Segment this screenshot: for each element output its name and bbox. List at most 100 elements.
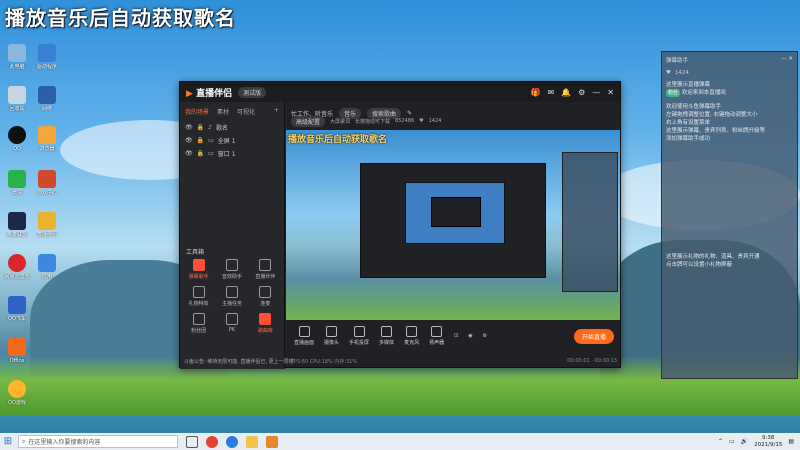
desktop-icon-office[interactable]: Office xyxy=(2,338,32,364)
nested-preview-2 xyxy=(405,182,505,244)
chrome-icon[interactable] xyxy=(206,435,218,448)
tab-visual[interactable]: 可视化 xyxy=(237,107,255,116)
lock-icon[interactable]: 🔒 xyxy=(197,137,204,144)
live-screen-button[interactable]: 直播画面 xyxy=(294,326,314,346)
add-scene-icon[interactable]: + xyxy=(274,107,279,116)
taskbar-search[interactable]: ⌕ 在这里输入你要搜索的内容 xyxy=(18,435,178,448)
desktop-icon-app[interactable]: 应用 xyxy=(32,254,62,280)
volume-icon[interactable]: 🔊 xyxy=(741,438,748,445)
nested-preview-3 xyxy=(431,197,481,227)
tool-icon xyxy=(225,259,238,271)
desktop-icon-driver[interactable]: 驱动程序 xyxy=(32,44,62,70)
desktop-icon-qq-game[interactable]: QQ游戏 xyxy=(2,380,32,406)
gear-icon[interactable]: ⚙ xyxy=(483,333,487,339)
tab-my-scenes[interactable]: 我的场景 xyxy=(185,107,209,116)
tool-icon xyxy=(259,286,272,298)
desktop-icon-netease-music[interactable]: 网易云音乐 xyxy=(2,254,32,280)
settings-icon[interactable]: ⚙ xyxy=(578,88,585,97)
toolbox-title: 工具箱 xyxy=(186,249,205,256)
folder-icon[interactable] xyxy=(246,435,258,448)
chat-spacer xyxy=(666,143,793,253)
scene-item[interactable]: 👁 🔒 ♪ 歌名 xyxy=(180,121,284,134)
status-bar: FPS:60 CPU:18% 内存:31% 00:00:01 · 00:00:1… xyxy=(286,354,622,368)
tool-item[interactable]: 音效助手 xyxy=(215,259,248,280)
camera-button[interactable]: 摄像头 xyxy=(324,326,339,346)
phone-cast-button[interactable]: 手机投屏 xyxy=(349,326,369,346)
left-panel: 我的场景 素材 可视化 + 👁 🔒 ♪ 歌名 👁 🔒 ▭ 全屏 1 👁 🔒 ▭ 窗口 1 工具箱 … xyxy=(180,102,294,369)
desktop-icon-qq[interactable]: QQ xyxy=(2,126,32,152)
tool-item[interactable]: 弹幕歌手 xyxy=(182,259,215,280)
toolbox-grid: 弹幕歌手 音效助手 直播伙伴 礼物特效 主播任务 连麦 粉丝团 PK 歌曲库 xyxy=(182,259,282,334)
microphone-button[interactable]: 麦克风 xyxy=(404,326,419,346)
perf-stats: FPS:60 CPU:18% 内存:31% xyxy=(291,358,358,365)
tool-icon xyxy=(192,313,205,325)
desktop-icon-browser[interactable]: 浏览器 xyxy=(32,126,62,152)
network-icon[interactable]: ▭ xyxy=(729,438,735,445)
eye-icon[interactable]: 👁 xyxy=(185,150,193,157)
heart-icon: ♥ xyxy=(419,118,424,124)
heart-icon: ♥ xyxy=(666,70,671,76)
preview-title: 播放音乐后自动获取歌名 xyxy=(288,135,388,145)
chat-line: 右上角有设置菜单 xyxy=(666,120,711,126)
config-pill[interactable]: 高级配置 xyxy=(291,115,326,127)
tool-item[interactable]: 直播伙伴 xyxy=(249,259,282,280)
tray-up-icon[interactable]: ⌃ xyxy=(718,438,723,445)
tab-materials[interactable]: 素材 xyxy=(217,107,229,116)
mail-icon[interactable]: ✉ xyxy=(547,88,554,97)
eye-icon[interactable]: 👁 xyxy=(185,124,193,131)
eye-toggle-icon[interactable]: ◉ xyxy=(468,333,472,339)
tool-item[interactable]: 粉丝团 xyxy=(182,313,215,334)
scene-item[interactable]: 👁 🔒 ▭ 全屏 1 xyxy=(180,134,284,147)
tool-item[interactable]: 歌曲库 xyxy=(249,313,282,334)
desktop-icon-live-companion[interactable]: 直播伴侣 xyxy=(32,212,62,238)
windows-start-icon[interactable]: ⊞ xyxy=(0,433,16,450)
clock[interactable]: 9:38 2021/9/15 xyxy=(754,435,782,449)
desktop-icon-this-pc[interactable]: 此电脑 xyxy=(2,44,32,70)
search-icon: ⌕ xyxy=(22,437,26,445)
task-view-icon[interactable] xyxy=(186,435,198,448)
lyrics-label[interactable]: 大屏歌词 xyxy=(330,118,350,125)
close-icon[interactable]: ✕ xyxy=(607,88,614,97)
live-companion-window: ▶ 直播伴侣 测试版 🎁 ✉ 🔔 ⚙ — ✕ 我的场景 素材 可视化 + 👁 🔒 ♪… xyxy=(179,81,622,369)
tool-item[interactable]: PK xyxy=(215,313,248,334)
speaker-button[interactable]: 扬声器 xyxy=(429,326,444,346)
start-live-button[interactable]: 开始直播 xyxy=(573,328,614,344)
tool-item[interactable]: 主播任务 xyxy=(215,286,248,307)
desktop-icon-game-center[interactable]: 游戏中心 xyxy=(32,170,62,196)
chat-line: 这里展示弹幕、贵宾列表、粉丝牌升级等 xyxy=(666,128,766,134)
overlay-title: 播放音乐后自动获取歌名 xyxy=(5,6,236,30)
tool-item[interactable]: 连麦 xyxy=(249,286,282,307)
download-hint: 长按拖动可下载 xyxy=(355,118,391,125)
stream-preview[interactable]: 播放音乐后自动获取歌名 xyxy=(286,130,620,320)
eye-icon[interactable]: 👁 xyxy=(185,137,193,144)
danmaku-assistant-panel[interactable]: 弹幕助手 — ✕ ♥ 1424 这里展示直播弹幕 粉丝 欢迎来到本直播间 欢迎使用… xyxy=(661,51,798,379)
tool-icon xyxy=(225,313,238,325)
bell-icon[interactable]: 🔔 xyxy=(561,88,571,97)
lock-icon[interactable]: 🔒 xyxy=(197,124,204,131)
scene-item[interactable]: 👁 🔒 ▭ 窗口 1 xyxy=(180,147,284,160)
notification-icon[interactable]: ▤ xyxy=(788,438,794,445)
desktop-icon-network[interactable]: 网络 xyxy=(32,86,62,112)
chat-controls[interactable]: — ✕ xyxy=(781,56,793,64)
media-button[interactable]: 多媒体 xyxy=(379,326,394,346)
gift-icon[interactable]: 🎁 xyxy=(530,88,540,97)
desktop-icon-lol[interactable]: 英雄联盟 xyxy=(2,212,32,238)
desktop-icon-recycle-bin[interactable]: 回收站 xyxy=(2,86,32,112)
tool-icon xyxy=(192,286,205,298)
record-icon[interactable]: ⊡ xyxy=(454,333,458,339)
chat-header: 弹幕助手 — ✕ xyxy=(666,56,793,64)
tool-item[interactable]: 礼物特效 xyxy=(182,286,215,307)
minimize-icon[interactable]: — xyxy=(592,88,600,97)
desktop-icon-qq-speed[interactable]: QQ飞车 xyxy=(2,296,32,322)
version-pill[interactable]: 测试版 xyxy=(238,86,267,98)
tool-icon xyxy=(259,259,272,271)
edge-icon[interactable] xyxy=(226,435,238,448)
live-companion-taskbar-icon[interactable] xyxy=(266,435,278,448)
desktop-icon-wechat[interactable]: 微信 xyxy=(2,170,32,196)
fan-badge: 粉丝 xyxy=(666,89,681,97)
window-title-bar: ▶ 直播伴侣 测试版 🎁 ✉ 🔔 ⚙ — ✕ xyxy=(180,82,620,102)
chat-stats: ♥ 1424 xyxy=(666,70,689,76)
viewer-count: 852486 xyxy=(395,118,415,124)
like-count: 1424 xyxy=(428,118,442,124)
lock-icon[interactable]: 🔒 xyxy=(197,150,204,157)
